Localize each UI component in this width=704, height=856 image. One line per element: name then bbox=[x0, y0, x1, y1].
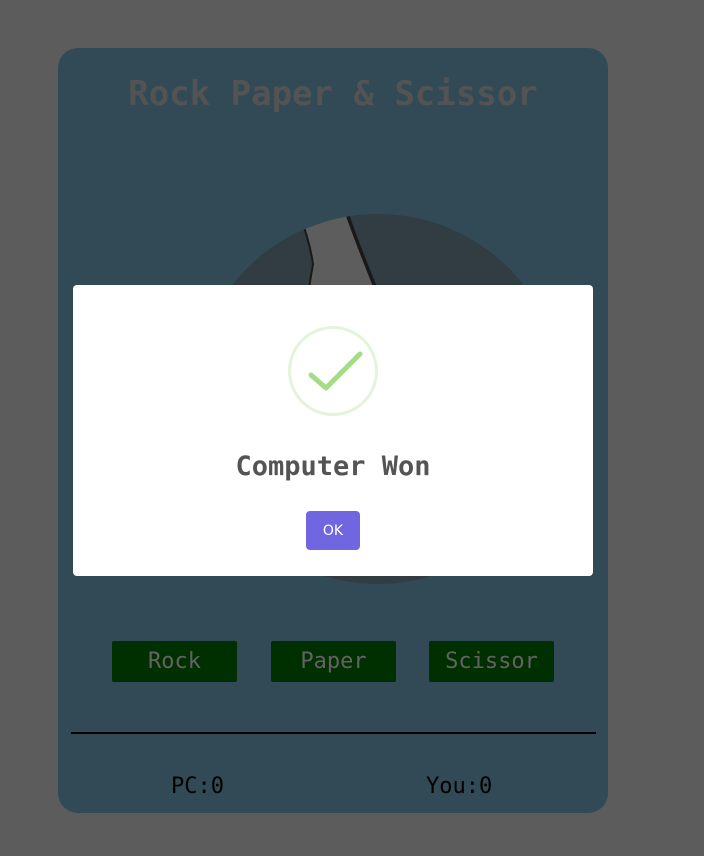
dialog-title: Computer Won bbox=[235, 451, 431, 482]
ok-button[interactable]: OK bbox=[306, 511, 360, 550]
modal-backdrop[interactable]: Computer Won OK bbox=[0, 0, 704, 856]
result-dialog: Computer Won OK bbox=[73, 285, 593, 576]
success-check-icon bbox=[288, 326, 378, 416]
